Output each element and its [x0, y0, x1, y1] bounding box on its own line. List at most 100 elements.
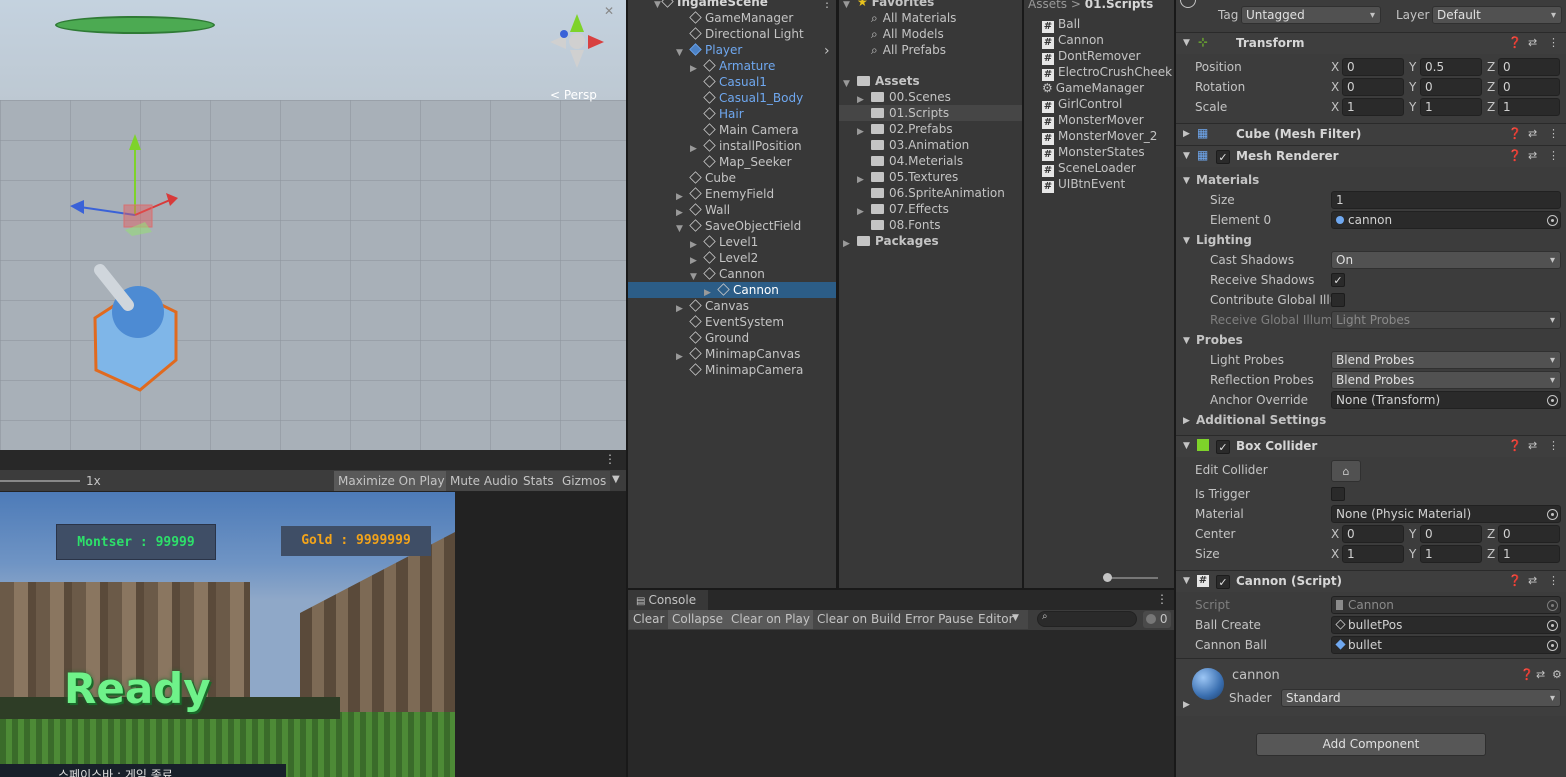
- help-icon[interactable]: ❓: [1508, 574, 1522, 587]
- collapsed-arrow-icon[interactable]: ▶: [690, 253, 697, 269]
- hierarchy-item[interactable]: ▼ Player: [676, 42, 742, 58]
- ball-create-field[interactable]: bulletPos: [1331, 616, 1561, 634]
- help-icon[interactable]: ❓: [1508, 149, 1522, 162]
- hierarchy-item[interactable]: MinimapCamera: [689, 362, 803, 378]
- hierarchy-item[interactable]: ▶ MinimapCanvas: [676, 346, 800, 362]
- additional-settings-foldout[interactable]: Additional Settings: [1196, 413, 1326, 427]
- layer-dropdown[interactable]: Default: [1432, 6, 1562, 24]
- presets-icon[interactable]: ⇄: [1528, 127, 1537, 140]
- hierarchy-item[interactable]: ▼ SaveObjectField: [676, 218, 801, 234]
- maximize-on-play-button[interactable]: Maximize On Play: [334, 471, 449, 491]
- clear-on-play-button[interactable]: Clear on Play: [727, 610, 814, 629]
- thumbnail-size-slider[interactable]: [1104, 577, 1158, 579]
- script-asset[interactable]: # Cannon: [1042, 32, 1104, 49]
- center-x-field[interactable]: 0: [1342, 525, 1404, 543]
- size-z-field[interactable]: 1: [1498, 545, 1560, 563]
- folder-item[interactable]: 04.Meterials: [871, 153, 963, 169]
- reflection-probes-dropdown[interactable]: Blend Probes: [1331, 371, 1561, 389]
- folder-item[interactable]: 03.Animation: [871, 137, 969, 153]
- mesh-filter-header[interactable]: ▶ ▦ Cube (Mesh Filter) ❓ ⇄ ⋮: [1176, 123, 1566, 145]
- more-icon[interactable]: ⋮: [1548, 574, 1559, 587]
- folder-item[interactable]: 06.SpriteAnimation: [871, 185, 1005, 201]
- light-probes-dropdown[interactable]: Blend Probes: [1331, 351, 1561, 369]
- favorite-item[interactable]: ⌕ All Models: [871, 26, 944, 42]
- stats-button[interactable]: Stats: [519, 471, 558, 491]
- collapsed-arrow-icon[interactable]: ▶: [690, 141, 697, 157]
- help-icon[interactable]: ❓: [1508, 36, 1522, 49]
- presets-icon[interactable]: ⇄: [1528, 439, 1537, 452]
- script-asset[interactable]: # GirlControl: [1042, 96, 1122, 113]
- position-y-field[interactable]: 0.5: [1420, 58, 1482, 76]
- object-picker-icon[interactable]: [1547, 215, 1558, 226]
- clear-on-build-button[interactable]: Clear on Build: [813, 610, 906, 629]
- object-picker-icon[interactable]: [1547, 620, 1558, 631]
- breadcrumb-assets[interactable]: Assets: [1028, 0, 1067, 11]
- folder-item[interactable]: ▶ 00.Scenes: [857, 89, 951, 105]
- add-component-button[interactable]: Add Component: [1256, 733, 1486, 756]
- collapsed-arrow-icon[interactable]: ▶: [690, 237, 697, 253]
- edit-collider-button[interactable]: ⌂: [1331, 460, 1361, 482]
- position-x-field[interactable]: 0: [1342, 58, 1404, 76]
- mesh-renderer-enabled-checkbox[interactable]: ✓: [1216, 150, 1230, 164]
- tag-dropdown[interactable]: Untagged: [1241, 6, 1381, 24]
- cast-shadows-dropdown[interactable]: On: [1331, 251, 1561, 269]
- scene-gizmos[interactable]: [0, 0, 626, 450]
- probes-foldout[interactable]: Probes: [1196, 333, 1243, 347]
- gizmos-dropdown-icon[interactable]: ▼: [612, 474, 620, 485]
- hierarchy-item[interactable]: Ground: [689, 330, 749, 346]
- hierarchy-item[interactable]: ▶ EnemyField: [676, 186, 774, 202]
- receive-shadows-checkbox[interactable]: ✓: [1331, 273, 1345, 287]
- size-x-field[interactable]: 1: [1342, 545, 1404, 563]
- presets-icon[interactable]: ⇄: [1528, 149, 1537, 162]
- favorite-item[interactable]: ⌕ All Prefabs: [871, 42, 946, 58]
- gizmos-button[interactable]: Gizmos: [558, 471, 611, 491]
- script-asset[interactable]: # Ball: [1042, 16, 1080, 33]
- mute-audio-button[interactable]: Mute Audio: [446, 471, 522, 491]
- hierarchy-item[interactable]: Map_Seeker: [703, 154, 792, 170]
- element0-field[interactable]: cannon: [1331, 211, 1561, 229]
- console-tab[interactable]: ▤ Console: [628, 590, 708, 610]
- hierarchy-item[interactable]: Hair: [703, 106, 744, 122]
- error-count-badge[interactable]: 0: [1143, 611, 1171, 628]
- mesh-renderer-header[interactable]: ▼ ▦ ✓ Mesh Renderer ❓ ⇄ ⋮: [1176, 145, 1566, 167]
- materials-foldout[interactable]: Materials: [1196, 173, 1259, 187]
- hierarchy-item[interactable]: ▶ Canvas: [676, 298, 749, 314]
- collapsed-arrow-icon[interactable]: ▶: [857, 172, 864, 188]
- lighting-foldout[interactable]: Lighting: [1196, 233, 1252, 247]
- scene-view[interactable]: ✕ < Persp: [0, 0, 626, 450]
- hierarchy-item[interactable]: ▶ Armature: [690, 58, 775, 74]
- help-icon[interactable]: ❓: [1508, 127, 1522, 140]
- rotation-z-field[interactable]: 0: [1498, 78, 1560, 96]
- more-icon[interactable]: ⋮: [1548, 127, 1559, 140]
- settings-icon[interactable]: ⚙: [1552, 668, 1562, 681]
- hierarchy-item[interactable]: ▼ Cannon: [690, 266, 765, 282]
- box-collider-enabled-checkbox[interactable]: ✓: [1216, 440, 1230, 454]
- cannon-script-enabled-checkbox[interactable]: ✓: [1216, 575, 1230, 589]
- collapsed-arrow-icon[interactable]: ▶: [690, 61, 697, 77]
- contribute-gi-checkbox[interactable]: [1331, 293, 1345, 307]
- collapsed-arrow-icon[interactable]: ▶: [676, 205, 683, 221]
- materials-size-field[interactable]: 1: [1331, 191, 1561, 209]
- game-view[interactable]: Montser : 99999 Gold : 9999999 Ready 스페이…: [0, 492, 455, 777]
- script-asset[interactable]: ⚙ GameManager: [1042, 80, 1144, 96]
- rotation-y-field[interactable]: 0: [1420, 78, 1482, 96]
- project-files[interactable]: Assets > 01.Scripts # Ball # Cannon # DontRem…: [1024, 0, 1174, 588]
- hierarchy-item[interactable]: ▶ Level2: [690, 250, 758, 266]
- project-tree[interactable]: ▼ ★ Favorites ⌕ All Materials ⌕ All Models ⌕ A…: [839, 0, 1022, 588]
- object-picker-icon[interactable]: [1547, 395, 1558, 406]
- center-y-field[interactable]: 0: [1420, 525, 1482, 543]
- inspector-panel[interactable]: Tag Untagged Layer Default ▼ ⊹ Transform…: [1176, 0, 1566, 777]
- scale-z-field[interactable]: 1: [1498, 98, 1560, 116]
- box-collider-header[interactable]: ▼ ✓ Box Collider ❓ ⇄ ⋮: [1176, 435, 1566, 457]
- rotation-x-field[interactable]: 0: [1342, 78, 1404, 96]
- console-search-input[interactable]: ⌕: [1037, 611, 1137, 627]
- script-asset[interactable]: # UIBtnEvent: [1042, 176, 1125, 193]
- collapsed-arrow-icon[interactable]: ▶: [676, 189, 683, 205]
- favorites-row[interactable]: ▼ ★ Favorites: [843, 0, 934, 10]
- collapsed-arrow-icon[interactable]: ▶: [676, 349, 683, 365]
- script-asset[interactable]: # DontRemover: [1042, 48, 1141, 65]
- scale-x-field[interactable]: 1: [1342, 98, 1404, 116]
- breadcrumb-current[interactable]: 01.Scripts: [1085, 0, 1154, 11]
- console-panel[interactable]: ▤ Console ⋮ Clear Collapse Clear on Play …: [628, 590, 1174, 777]
- folder-item[interactable]: 01.Scripts: [839, 105, 1022, 121]
